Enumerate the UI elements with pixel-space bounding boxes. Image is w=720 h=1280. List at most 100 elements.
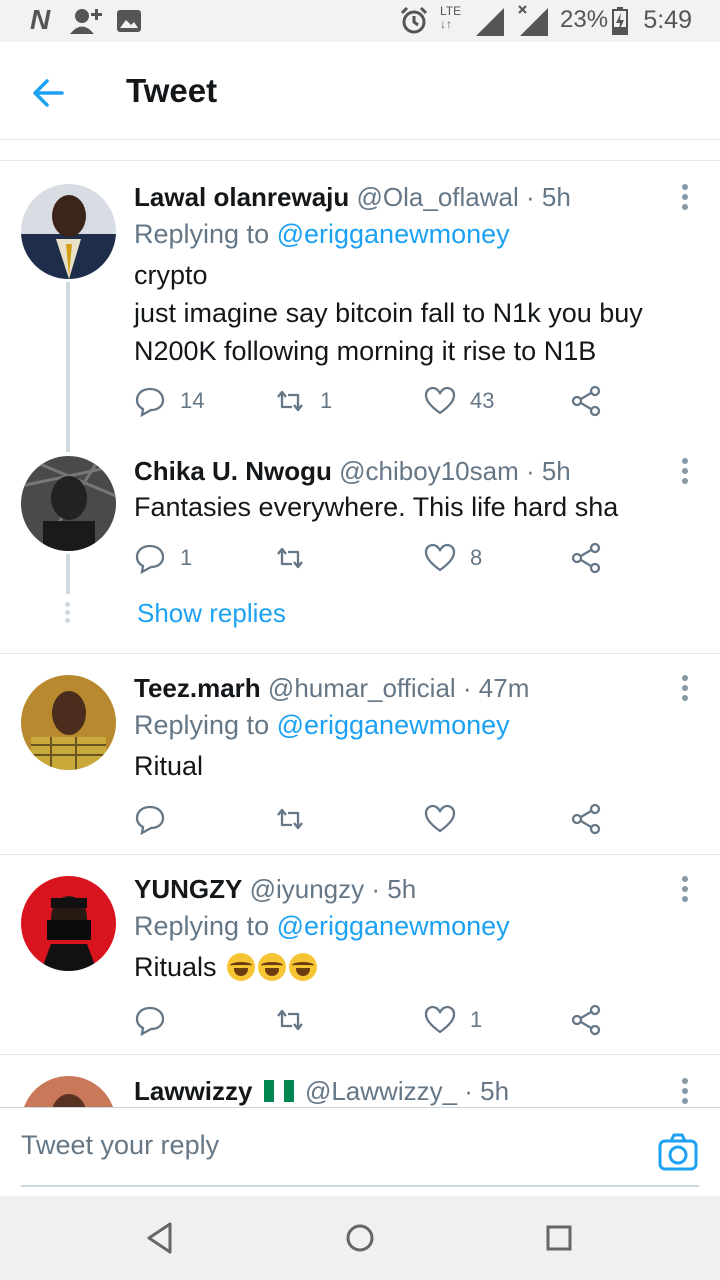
mention-link[interactable]: @erigganewmoney [277, 710, 510, 740]
heart-icon [424, 1005, 456, 1034]
signal-icon [476, 8, 504, 36]
share-button[interactable] [570, 538, 602, 578]
tweet-header: Chika U. Nwogu @chiboy10sam · 5h [134, 456, 571, 487]
clock: 5:49 [643, 6, 692, 34]
author-handle: @Lawwizzy_ · 5h [304, 1076, 510, 1106]
tweet-text: crypto just imagine say bitcoin fall to … [134, 260, 643, 366]
tweet-text: Fantasies everywhere. This life hard sha [134, 492, 619, 522]
mention-link[interactable]: @erigganewmoney [277, 911, 510, 941]
like-button[interactable]: 43 [424, 381, 494, 421]
retweet-icon [277, 1009, 303, 1031]
share-icon [571, 803, 601, 835]
reply-icon [135, 544, 165, 574]
reply-icon [135, 805, 165, 835]
system-nav-bar [0, 1196, 720, 1280]
author-name[interactable]: Lawwizzy [134, 1076, 252, 1106]
author-name[interactable]: Teez.marh [134, 673, 261, 703]
author-name[interactable]: Chika U. Nwogu [134, 456, 332, 486]
tweet-actions: 1 [134, 1000, 614, 1040]
arrow-left-icon[interactable] [26, 70, 72, 116]
home-circle-icon[interactable] [340, 1218, 380, 1258]
retweet-button[interactable] [274, 538, 320, 578]
divider [0, 160, 720, 161]
tweet-header: Lawal olanrewaju @Ola_oflawal · 5h [134, 182, 571, 213]
author-handle: @iyungzy · 5h [249, 874, 417, 904]
share-icon [571, 542, 601, 574]
tweet-header: Lawwizzy @Lawwizzy_ · 5h [134, 1076, 509, 1107]
add-user-icon [70, 9, 102, 34]
alarm-icon [400, 7, 428, 34]
mention-link[interactable]: @erigganewmoney [277, 219, 510, 249]
retweet-button[interactable] [274, 1000, 320, 1040]
camera-icon[interactable] [658, 1132, 698, 1172]
battery-charging-icon [612, 7, 628, 35]
share-button[interactable] [570, 381, 602, 421]
more-options-icon[interactable] [676, 456, 694, 486]
replying-to: Replying to @erigganewmoney [134, 911, 510, 941]
laughing-emoji-icon [289, 953, 318, 981]
heart-icon [424, 543, 456, 572]
share-icon [571, 1004, 601, 1036]
tweet-actions: 1 8 [134, 538, 614, 578]
heart-icon [424, 804, 456, 833]
carrier-icon: N [30, 4, 51, 35]
author-handle: @chiboy10sam · 5h [339, 456, 571, 486]
reply-button[interactable] [134, 1000, 180, 1040]
battery-percent: 23% [560, 6, 609, 33]
reply-icon [135, 387, 165, 417]
avatar[interactable] [21, 184, 116, 279]
retweet-icon [277, 390, 303, 412]
avatar[interactable] [21, 876, 116, 971]
tweet-item[interactable]: Chika U. Nwogu @chiboy10sam · 5h Fantasi… [0, 452, 720, 654]
tweet-actions [134, 799, 614, 839]
retweet-button[interactable] [274, 799, 320, 839]
share-button[interactable] [570, 799, 602, 839]
tweet-item[interactable]: Lawal olanrewaju @Ola_oflawal · 5h Reply… [0, 162, 720, 452]
replying-to: Replying to @erigganewmoney [134, 710, 510, 740]
author-handle: @humar_official · 47m [267, 673, 530, 703]
share-icon [571, 385, 601, 417]
laughing-emoji-icon [258, 953, 287, 981]
share-button[interactable] [570, 1000, 602, 1040]
signal-x-icon [518, 5, 548, 36]
avatar[interactable] [21, 675, 116, 770]
reply-button[interactable]: 14 [134, 381, 204, 421]
lte-icon: LTE ↓↑ [440, 4, 462, 31]
author-name[interactable]: Lawal olanrewaju [134, 182, 349, 212]
like-button[interactable]: 8 [424, 538, 482, 578]
author-handle: @Ola_oflawal · 5h [356, 182, 571, 212]
tweet-text: Rituals [134, 948, 318, 986]
laughing-emoji-icon [227, 953, 256, 981]
tweet-item[interactable]: Teez.marh @humar_official · 47m Replying… [0, 655, 720, 855]
retweet-icon [277, 547, 303, 569]
tweet-item[interactable]: YUNGZY @iyungzy · 5h Replying to @erigga… [0, 856, 720, 1055]
reply-button[interactable]: 1 [134, 538, 192, 578]
reply-icon [135, 1006, 165, 1036]
more-options-icon[interactable] [676, 874, 694, 904]
more-options-icon[interactable] [676, 1076, 694, 1106]
tweet-header: Teez.marh @humar_official · 47m [134, 673, 529, 704]
thread-dots [65, 602, 71, 626]
reply-button[interactable] [134, 799, 180, 839]
retweet-button[interactable]: 1 [274, 381, 332, 421]
like-button[interactable] [424, 799, 470, 839]
like-button[interactable]: 1 [424, 1000, 482, 1040]
nigeria-flag-icon [263, 1080, 294, 1102]
show-replies-link[interactable]: Show replies [137, 598, 286, 629]
author-name[interactable]: YUNGZY [134, 874, 242, 904]
app-header: Tweet [0, 42, 720, 140]
reply-input[interactable]: Tweet your reply [21, 1130, 219, 1161]
thread-line [66, 554, 70, 594]
more-options-icon[interactable] [676, 673, 694, 703]
avatar[interactable] [21, 1076, 116, 1107]
avatar[interactable] [21, 456, 116, 551]
thread-line [66, 282, 70, 452]
recents-square-icon[interactable] [539, 1218, 579, 1258]
more-options-icon[interactable] [676, 182, 694, 212]
back-triangle-icon[interactable] [140, 1218, 180, 1258]
tweet-header: YUNGZY @iyungzy · 5h [134, 874, 416, 905]
status-bar: N LTE ↓↑ 23% 5:49 [0, 0, 720, 42]
replying-to: Replying to @erigganewmoney [134, 219, 510, 249]
tweet-item[interactable]: Lawwizzy @Lawwizzy_ · 5h [0, 1056, 720, 1107]
heart-icon [424, 386, 456, 415]
